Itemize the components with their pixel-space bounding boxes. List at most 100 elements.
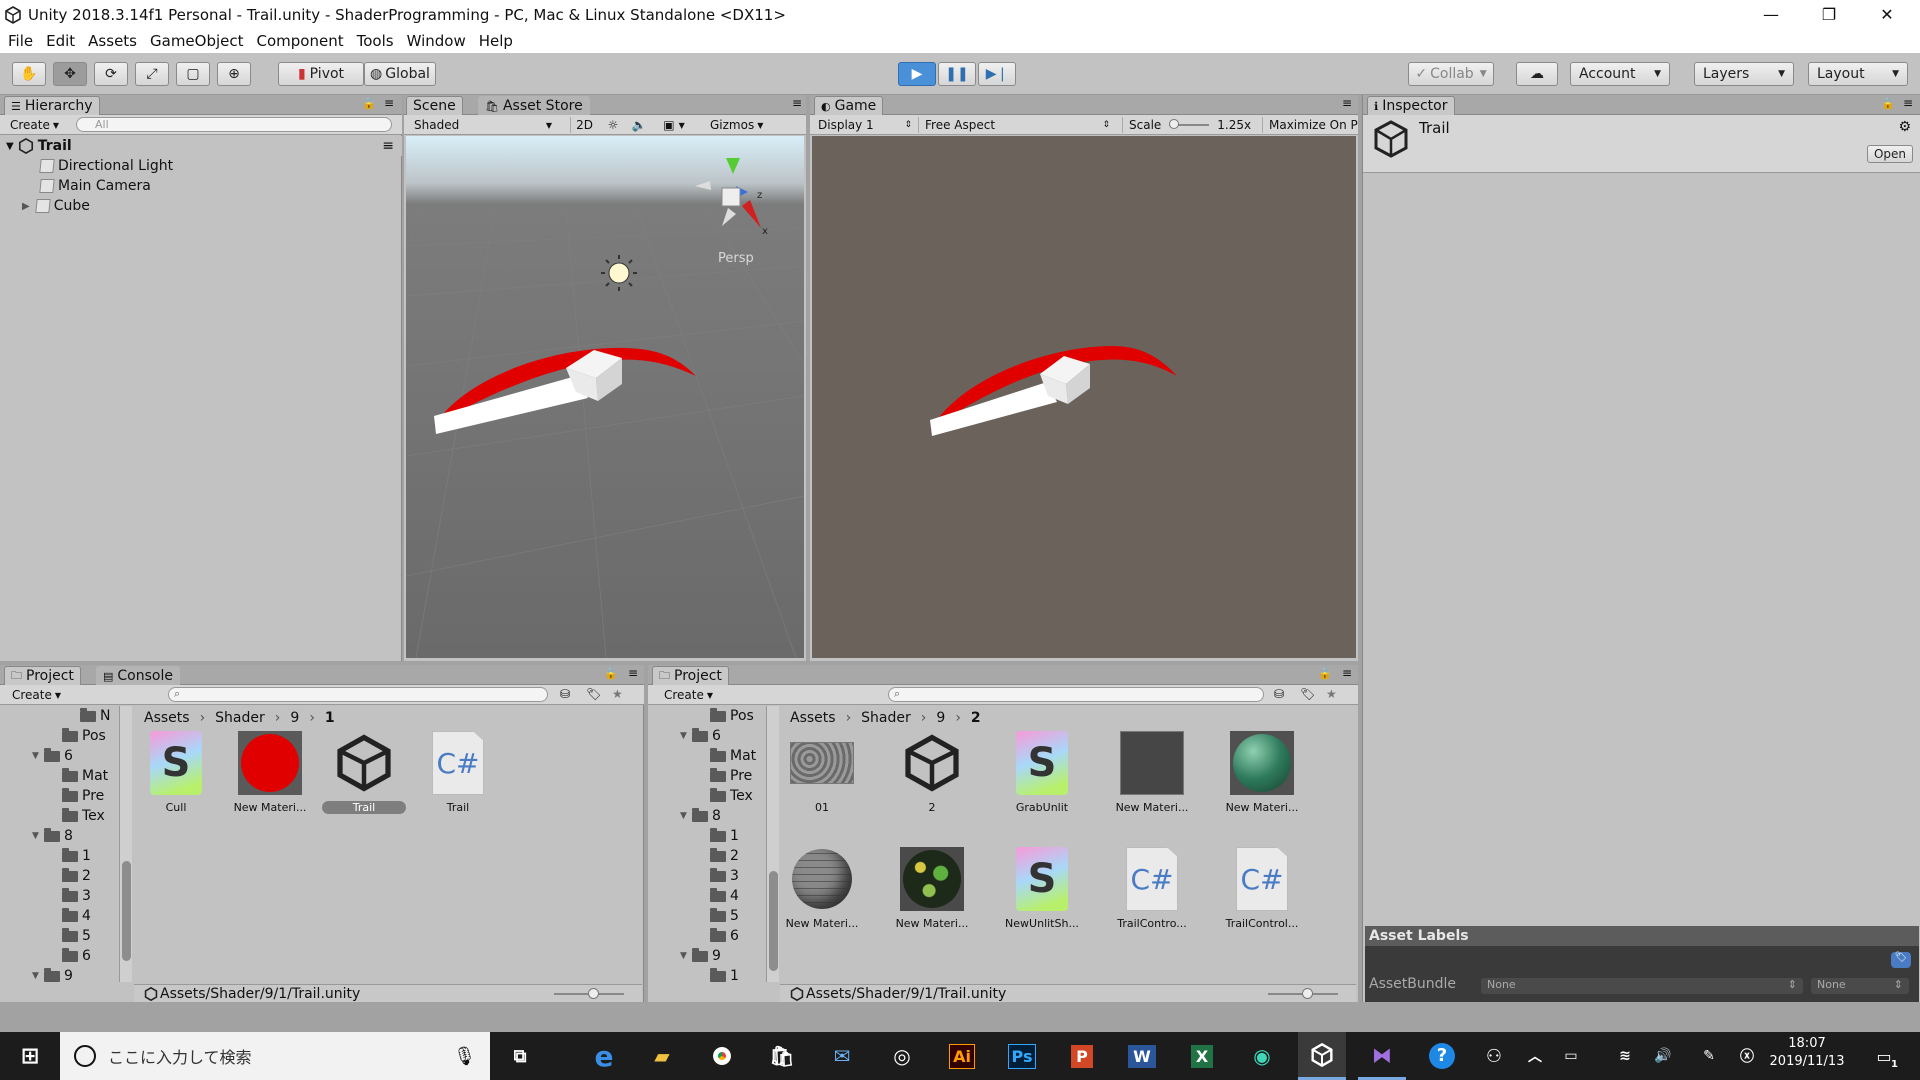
tab-scene[interactable]: Scene (406, 96, 463, 115)
folder-tree-row[interactable]: Tex (0, 806, 124, 826)
panel-menu-icon[interactable]: ≡ (792, 96, 802, 110)
asset-item-shader[interactable]: S NewUnlitSh... (1000, 847, 1084, 930)
chrome-button[interactable] (698, 1032, 746, 1080)
tab-inspector[interactable]: ℹ Inspector (1367, 96, 1455, 115)
breadcrumb-item[interactable]: 9 (936, 710, 945, 726)
lighting-toggle[interactable]: ☼ (600, 117, 626, 133)
folder-tree-row[interactable]: Mat (0, 766, 124, 786)
hierarchy-item-cube[interactable]: ▶ Cube (0, 196, 402, 216)
tag-icon[interactable]: 🏷 (1891, 952, 1911, 968)
filter-type-icon[interactable]: ⛁ (560, 687, 570, 701)
action-center-button[interactable]: ▭ 1 (1860, 1032, 1908, 1080)
taskbar-search-box[interactable]: ここに入力して検索 🎙 (60, 1032, 490, 1080)
rotate-tool-button[interactable]: ⟳ (94, 62, 128, 86)
asset-item-red-material[interactable]: New Materi... (228, 731, 312, 814)
panel-menu-icon[interactable]: ≡ (1903, 96, 1913, 110)
asset-item-leaf-material[interactable]: New Materi... (890, 847, 974, 930)
folder-tree-row[interactable]: Pre (0, 786, 124, 806)
asset-item-unity-scene[interactable]: 2 (890, 731, 974, 814)
asset-item-unity-scene[interactable]: Trail (322, 731, 406, 814)
account-dropdown[interactable]: Account ▼ (1570, 62, 1670, 86)
edge-button[interactable]: e (580, 1032, 628, 1080)
layout-dropdown[interactable]: Layout ▼ (1808, 62, 1908, 86)
chevron-down-icon[interactable]: ▼ (32, 751, 44, 761)
lock-icon[interactable]: 🔒 (604, 667, 618, 680)
folder-tree-row[interactable]: 4 (0, 906, 124, 926)
project-right-search-input[interactable]: ⌕ (888, 687, 1264, 702)
breadcrumb-item[interactable]: 1 (325, 710, 335, 726)
folder-tree-row[interactable]: ▼ 8 (0, 826, 124, 846)
filter-label-icon[interactable]: 🏷 (586, 687, 601, 701)
folder-tree-row[interactable]: 6 (648, 926, 768, 946)
folder-tree-row[interactable]: Pos (648, 706, 768, 726)
unity-taskbar-button[interactable] (1298, 1032, 1346, 1080)
folder-tree-row[interactable]: ▼ 9 (648, 946, 768, 966)
hierarchy-item-directional-light[interactable]: Directional Light (0, 156, 402, 176)
scrollbar-thumb[interactable] (769, 871, 778, 971)
gear-icon[interactable]: ⚙ (1898, 119, 1911, 135)
breadcrumb-item[interactable]: Shader (215, 710, 265, 726)
panel-menu-icon[interactable]: ≡ (1342, 666, 1352, 680)
asset-item-texture[interactable]: 01 (780, 731, 864, 814)
step-button[interactable]: ▶❘ (978, 62, 1016, 86)
scale-control[interactable]: Scale 1.25x (1122, 117, 1282, 133)
gitkraken-button[interactable]: ◉ (1238, 1032, 1286, 1080)
lock-icon[interactable]: 🔒 (1318, 667, 1332, 680)
slider-handle[interactable] (1302, 988, 1313, 999)
volume-icon[interactable]: 🔊 (1648, 1032, 1678, 1080)
asset-item-dark-material[interactable]: New Materi... (1110, 731, 1194, 814)
folder-tree-row[interactable]: ▼ 8 (648, 806, 768, 826)
project-right-create-dropdown[interactable]: Create ▼ (658, 687, 713, 703)
tab-console[interactable]: ▤ Console (96, 666, 180, 685)
folder-tree-row[interactable]: 5 (0, 926, 124, 946)
folder-tree-row[interactable]: Mat (648, 746, 768, 766)
breadcrumb-item[interactable]: Assets (790, 710, 836, 726)
folder-tree-row[interactable]: Tex (648, 786, 768, 806)
folder-tree-row[interactable]: 4 (648, 886, 768, 906)
rect-tool-button[interactable]: ▢ (176, 62, 210, 86)
breadcrumb-item[interactable]: Shader (861, 710, 911, 726)
layers-dropdown[interactable]: Layers ▼ (1694, 62, 1794, 86)
favorite-star-icon[interactable]: ★ (1326, 687, 1337, 701)
asset-item-green-material[interactable]: New Materi... (1220, 731, 1304, 814)
menu-window[interactable]: Window (407, 32, 466, 50)
menu-edit[interactable]: Edit (46, 32, 75, 50)
maximize-on-play-toggle[interactable]: Maximize On Pla (1262, 117, 1358, 133)
store-button[interactable]: 🛍 (758, 1032, 806, 1080)
asset-variant-dropdown[interactable]: None ⇕ (1811, 978, 1909, 994)
menu-file[interactable]: File (8, 32, 33, 50)
slider-handle[interactable] (588, 988, 599, 999)
asset-labels-header[interactable]: Asset Labels (1365, 926, 1919, 946)
panel-menu-icon[interactable]: ≡ (1342, 96, 1352, 110)
task-view-button[interactable]: ⧉ (496, 1032, 544, 1080)
global-toggle[interactable]: ◍ Global (364, 62, 436, 86)
scene-viewport[interactable]: z x Persp (406, 136, 804, 658)
panel-menu-icon[interactable]: ≡ (382, 138, 394, 154)
cloud-button[interactable]: ☁ (1516, 62, 1558, 86)
folder-tree-row[interactable]: 1 (0, 846, 124, 866)
pause-button[interactable]: ❚❚ (938, 62, 976, 86)
menu-gameobject[interactable]: GameObject (150, 32, 244, 50)
panel-menu-icon[interactable]: ≡ (628, 666, 638, 680)
filter-type-icon[interactable]: ⛁ (1274, 687, 1284, 701)
visual-studio-button[interactable]: ⧓ (1358, 1032, 1406, 1080)
excel-button[interactable]: X (1178, 1032, 1226, 1080)
tab-asset-store[interactable]: 🛍 Asset Store (478, 96, 590, 115)
scrollbar-thumb[interactable] (122, 861, 131, 961)
chevron-down-icon[interactable]: ▼ (680, 731, 692, 741)
chevron-down-icon[interactable]: ▼ (32, 971, 44, 981)
project-left-create-dropdown[interactable]: Create ▼ (6, 687, 61, 703)
folder-tree-row[interactable]: ▼ 6 (648, 726, 768, 746)
folder-tree-row[interactable]: 1 (648, 826, 768, 846)
filter-label-icon[interactable]: 🏷 (1300, 687, 1315, 701)
word-button[interactable]: W (1118, 1032, 1166, 1080)
shading-dropdown[interactable]: Shaded ▼ (408, 117, 558, 133)
move-tool-button[interactable]: ✥ (53, 62, 87, 86)
folder-tree-row[interactable]: Pre (648, 766, 768, 786)
mail-button[interactable]: ✉ (818, 1032, 866, 1080)
open-button[interactable]: Open (1867, 145, 1913, 163)
asset-item-stone-material[interactable]: New Materi... (780, 847, 864, 930)
hierarchy-search-input[interactable]: All (76, 117, 392, 132)
asset-item-csharp[interactable]: C# Trail (416, 731, 500, 814)
folder-tree-row[interactable]: N (0, 706, 124, 726)
